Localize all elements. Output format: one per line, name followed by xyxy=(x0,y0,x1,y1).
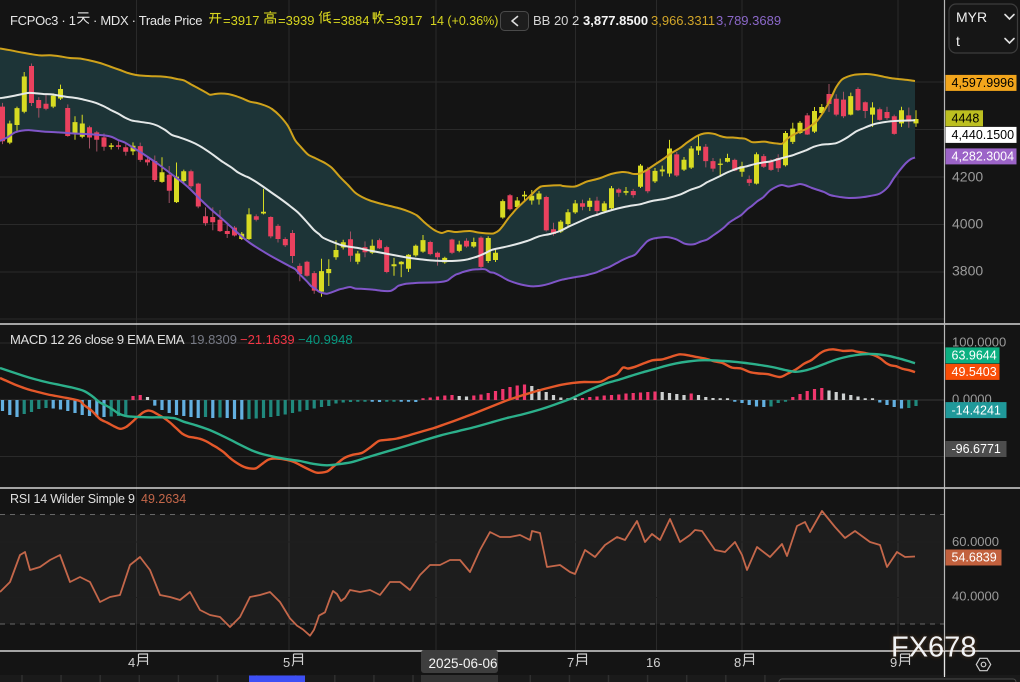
svg-text:7: 7 xyxy=(567,655,574,670)
svg-text:MACD 12 26 close 9 EMA EMA: MACD 12 26 close 9 EMA EMA xyxy=(10,332,185,347)
svg-text:=3917: =3917 xyxy=(386,13,423,28)
svg-text:4200: 4200 xyxy=(952,169,983,185)
svg-text:54.6839: 54.6839 xyxy=(952,551,997,565)
svg-text:-96.6771: -96.6771 xyxy=(952,442,1001,456)
svg-text:3,966.3311: 3,966.3311 xyxy=(651,13,715,28)
svg-text:5: 5 xyxy=(283,655,290,670)
svg-text:4000: 4000 xyxy=(952,216,983,232)
svg-text:=3917: =3917 xyxy=(223,13,260,28)
svg-text:4448: 4448 xyxy=(952,112,980,126)
svg-text:=3939: =3939 xyxy=(278,13,315,28)
svg-text:4,282.3004: 4,282.3004 xyxy=(952,150,1015,164)
svg-text:· MDX · Trade Price: · MDX · Trade Price xyxy=(93,13,202,28)
svg-text:49.2634: 49.2634 xyxy=(141,492,186,506)
svg-text:3800: 3800 xyxy=(952,263,983,279)
svg-text:19.8309: 19.8309 xyxy=(190,332,237,347)
svg-text:2025-06-06: 2025-06-06 xyxy=(429,656,498,671)
svg-text:3,789.3689: 3,789.3689 xyxy=(716,13,781,28)
svg-text:FX678: FX678 xyxy=(891,632,976,664)
svg-text:−21.1639: −21.1639 xyxy=(240,332,295,347)
svg-text:BB 20 2: BB 20 2 xyxy=(533,13,579,28)
svg-text:8: 8 xyxy=(734,655,741,670)
svg-text:-14.4241: -14.4241 xyxy=(952,403,1001,417)
svg-text:100.0000: 100.0000 xyxy=(952,335,1006,350)
svg-text:4: 4 xyxy=(128,655,135,670)
svg-text:14 (+0.36%): 14 (+0.36%) xyxy=(430,14,498,28)
svg-text:3,877.8500: 3,877.8500 xyxy=(583,13,648,28)
svg-text:=3884: =3884 xyxy=(333,13,370,28)
svg-text:60.0000: 60.0000 xyxy=(952,534,999,549)
svg-text:t: t xyxy=(956,33,960,49)
svg-text:49.5403: 49.5403 xyxy=(952,365,997,379)
svg-text:MYR: MYR xyxy=(956,9,987,25)
svg-text:−40.9948: −40.9948 xyxy=(298,332,353,347)
svg-text:RSI 14 Wilder Simple 9: RSI 14 Wilder Simple 9 xyxy=(10,492,135,506)
svg-text:40.0000: 40.0000 xyxy=(952,589,999,604)
svg-text:63.9644: 63.9644 xyxy=(952,349,997,363)
svg-text:FCPOc3 · 1: FCPOc3 · 1 xyxy=(10,13,76,28)
svg-text:4,440.1500: 4,440.1500 xyxy=(952,128,1015,142)
svg-text:16: 16 xyxy=(646,655,660,670)
svg-text:4,597.9996: 4,597.9996 xyxy=(952,76,1015,90)
